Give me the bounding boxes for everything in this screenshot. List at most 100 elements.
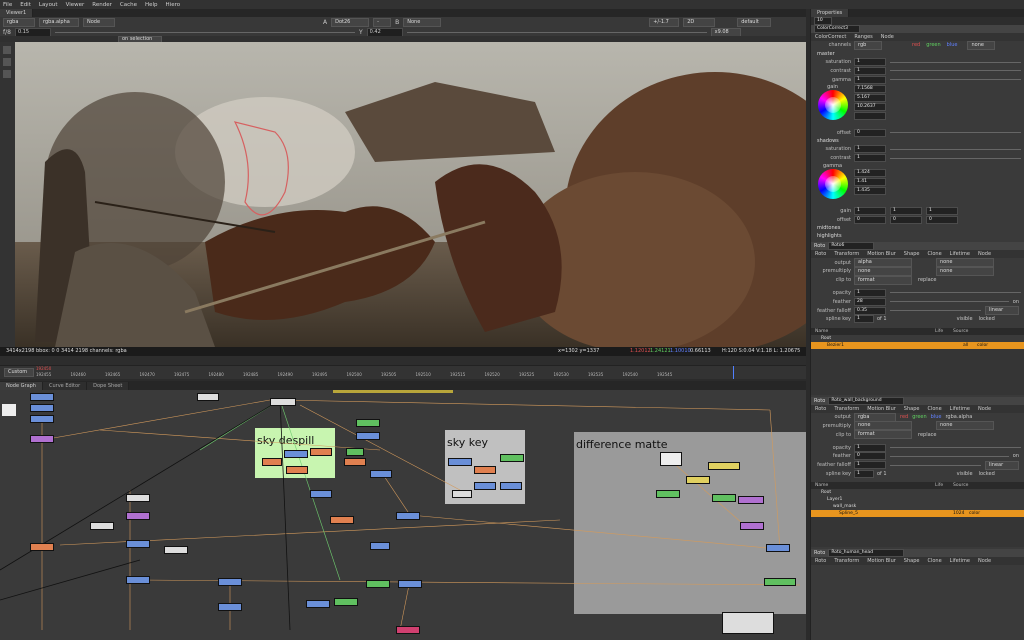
tab-roto[interactable]: Roto bbox=[811, 558, 830, 564]
roto-wall-replace-checkbox[interactable]: replace bbox=[918, 432, 936, 438]
roto6-opacity-field[interactable]: 1 bbox=[854, 288, 886, 297]
roto-wall-premult-mask-select[interactable]: none bbox=[936, 421, 994, 431]
midtones-section[interactable]: midtones bbox=[811, 224, 1024, 232]
shadows-section[interactable]: shadows bbox=[811, 137, 1024, 145]
shadows-gamma-red[interactable]: 1.424 bbox=[854, 168, 886, 177]
tab-motion-blur[interactable]: Motion Blur bbox=[863, 251, 900, 257]
master-contrast-field[interactable]: 1 bbox=[854, 66, 886, 75]
master-gain-alpha[interactable] bbox=[854, 112, 886, 121]
shadows-color-wheel[interactable] bbox=[817, 168, 848, 199]
tab-lifetime[interactable]: Lifetime bbox=[946, 251, 974, 257]
master-saturation-slider[interactable] bbox=[890, 61, 1021, 63]
node-grade[interactable] bbox=[344, 458, 366, 466]
roto6-list-root[interactable]: Root bbox=[811, 335, 1024, 342]
shadows-gain-red[interactable]: 1 bbox=[854, 206, 886, 215]
view-mode-dropdown[interactable]: 2D bbox=[683, 17, 716, 27]
select-tool-icon[interactable] bbox=[3, 46, 11, 54]
roto6-output-select[interactable]: alpha bbox=[854, 258, 912, 268]
roto6-feather-slider[interactable] bbox=[890, 301, 1009, 303]
node-grade[interactable] bbox=[738, 496, 764, 504]
menu-render[interactable]: Render bbox=[92, 2, 112, 8]
shadows-gamma-green[interactable]: 1.41 bbox=[854, 177, 886, 186]
tab-dope-sheet[interactable]: Dope Sheet bbox=[87, 381, 130, 390]
shadows-gain-green[interactable]: 1 bbox=[890, 206, 922, 215]
node-grade[interactable] bbox=[740, 522, 764, 530]
node-keyer[interactable] bbox=[656, 490, 680, 498]
green-toggle[interactable]: green bbox=[926, 42, 940, 48]
node-grade[interactable] bbox=[330, 516, 354, 524]
timeline-mode-dropdown[interactable]: Custom bbox=[4, 368, 34, 377]
roto-wall-list-spline5[interactable]: Spline_5 1024 color bbox=[811, 510, 1024, 518]
node-blur[interactable] bbox=[126, 540, 150, 548]
a-input-dropdown[interactable]: Dot26 bbox=[331, 17, 370, 27]
tab-transform[interactable]: Transform bbox=[830, 558, 863, 564]
shadows-offset-blue[interactable]: 0 bbox=[926, 215, 958, 224]
roto6-name-field[interactable]: Roto6 bbox=[828, 242, 875, 251]
menu-viewer[interactable]: Viewer bbox=[66, 2, 85, 8]
shadows-saturation-slider[interactable] bbox=[890, 148, 1021, 150]
node-merge[interactable] bbox=[398, 580, 422, 588]
node-keyer[interactable] bbox=[334, 598, 358, 606]
node-shuffle[interactable] bbox=[452, 490, 472, 498]
menu-help[interactable]: Help bbox=[145, 2, 158, 8]
tab-motion-blur[interactable]: Motion Blur bbox=[863, 406, 900, 412]
node-merge[interactable] bbox=[218, 578, 242, 586]
gain-slider[interactable] bbox=[54, 31, 355, 33]
roto6-premult-mask-select[interactable]: none bbox=[936, 266, 994, 276]
fstop-icon[interactable]: f/8 bbox=[3, 29, 11, 36]
node-blur[interactable] bbox=[448, 458, 472, 466]
shadows-gain-blue[interactable]: 1 bbox=[926, 206, 958, 215]
tab-motion-blur[interactable]: Motion Blur bbox=[863, 558, 900, 564]
node-merge[interactable] bbox=[306, 600, 330, 608]
tab-transform[interactable]: Transform bbox=[830, 406, 863, 412]
tab-lifetime[interactable]: Lifetime bbox=[946, 558, 974, 564]
master-gain-green[interactable]: 5.167 bbox=[854, 94, 886, 103]
blue-toggle[interactable]: blue bbox=[947, 42, 958, 48]
node-transform[interactable] bbox=[30, 415, 54, 423]
roto-wall-feather-slider[interactable] bbox=[890, 455, 1009, 457]
node-viewer[interactable] bbox=[660, 452, 682, 466]
roto6-falloff-field[interactable]: 0.35 bbox=[854, 306, 886, 315]
roto6-splinekey-field[interactable]: 1 bbox=[854, 315, 874, 324]
roto6-replace-checkbox[interactable]: replace bbox=[918, 277, 936, 283]
node-merge[interactable] bbox=[370, 542, 390, 550]
wipe-dropdown[interactable]: - bbox=[373, 17, 392, 27]
menu-cache[interactable]: Cache bbox=[120, 2, 137, 8]
roto-wall-list-wallmask[interactable]: wall_mask bbox=[811, 503, 1024, 510]
roto6-on-checkbox[interactable]: on bbox=[1013, 299, 1019, 305]
node-read[interactable] bbox=[30, 393, 54, 401]
roto-wall-feather-field[interactable]: 0 bbox=[854, 452, 886, 461]
b-input-dropdown[interactable]: None bbox=[403, 17, 442, 27]
master-gain-blue[interactable]: 10.2637 bbox=[854, 103, 886, 112]
node-merge[interactable] bbox=[270, 398, 296, 406]
extra-channel-select[interactable]: none bbox=[967, 40, 996, 50]
tab-colorcorrect[interactable]: ColorCorrect bbox=[811, 34, 850, 40]
node-merge[interactable] bbox=[218, 603, 242, 611]
master-section[interactable]: master bbox=[811, 50, 1024, 58]
node-keyer[interactable] bbox=[366, 580, 390, 588]
tab-shape[interactable]: Shape bbox=[900, 406, 924, 412]
roto6-output-mask-select[interactable]: none bbox=[936, 258, 994, 268]
shadows-contrast-field[interactable]: 1 bbox=[854, 154, 886, 163]
colorcorrect-name-field[interactable]: ColorCorrect3 bbox=[814, 25, 860, 33]
tab-node[interactable]: Node bbox=[974, 251, 995, 257]
roto6-falloff-select[interactable]: linear bbox=[985, 306, 1019, 316]
tab-clone[interactable]: Clone bbox=[923, 406, 945, 412]
tab-roto[interactable]: Roto bbox=[811, 406, 830, 412]
node-grade[interactable] bbox=[396, 626, 420, 634]
node-keyer[interactable] bbox=[500, 454, 524, 462]
roto6-opacity-slider[interactable] bbox=[890, 292, 1021, 294]
highlights-section[interactable]: highlights bbox=[811, 232, 1024, 240]
bezier-tool-icon[interactable] bbox=[3, 58, 11, 66]
alpha-dropdown[interactable]: rgba.alpha bbox=[39, 17, 79, 27]
playhead[interactable] bbox=[733, 366, 734, 379]
node-colorcorrect[interactable] bbox=[262, 458, 282, 466]
roto-wall-premultiply-select[interactable]: none bbox=[854, 421, 912, 431]
node-grade[interactable] bbox=[126, 512, 150, 520]
tab-roto[interactable]: Roto bbox=[811, 251, 830, 257]
max-panels-field[interactable]: 10 bbox=[814, 17, 832, 25]
node-blur[interactable] bbox=[284, 450, 308, 458]
viewer-canvas[interactable] bbox=[15, 42, 806, 347]
node-blur[interactable] bbox=[356, 432, 380, 440]
shadows-gamma-blue[interactable]: 1.435 bbox=[854, 186, 886, 195]
